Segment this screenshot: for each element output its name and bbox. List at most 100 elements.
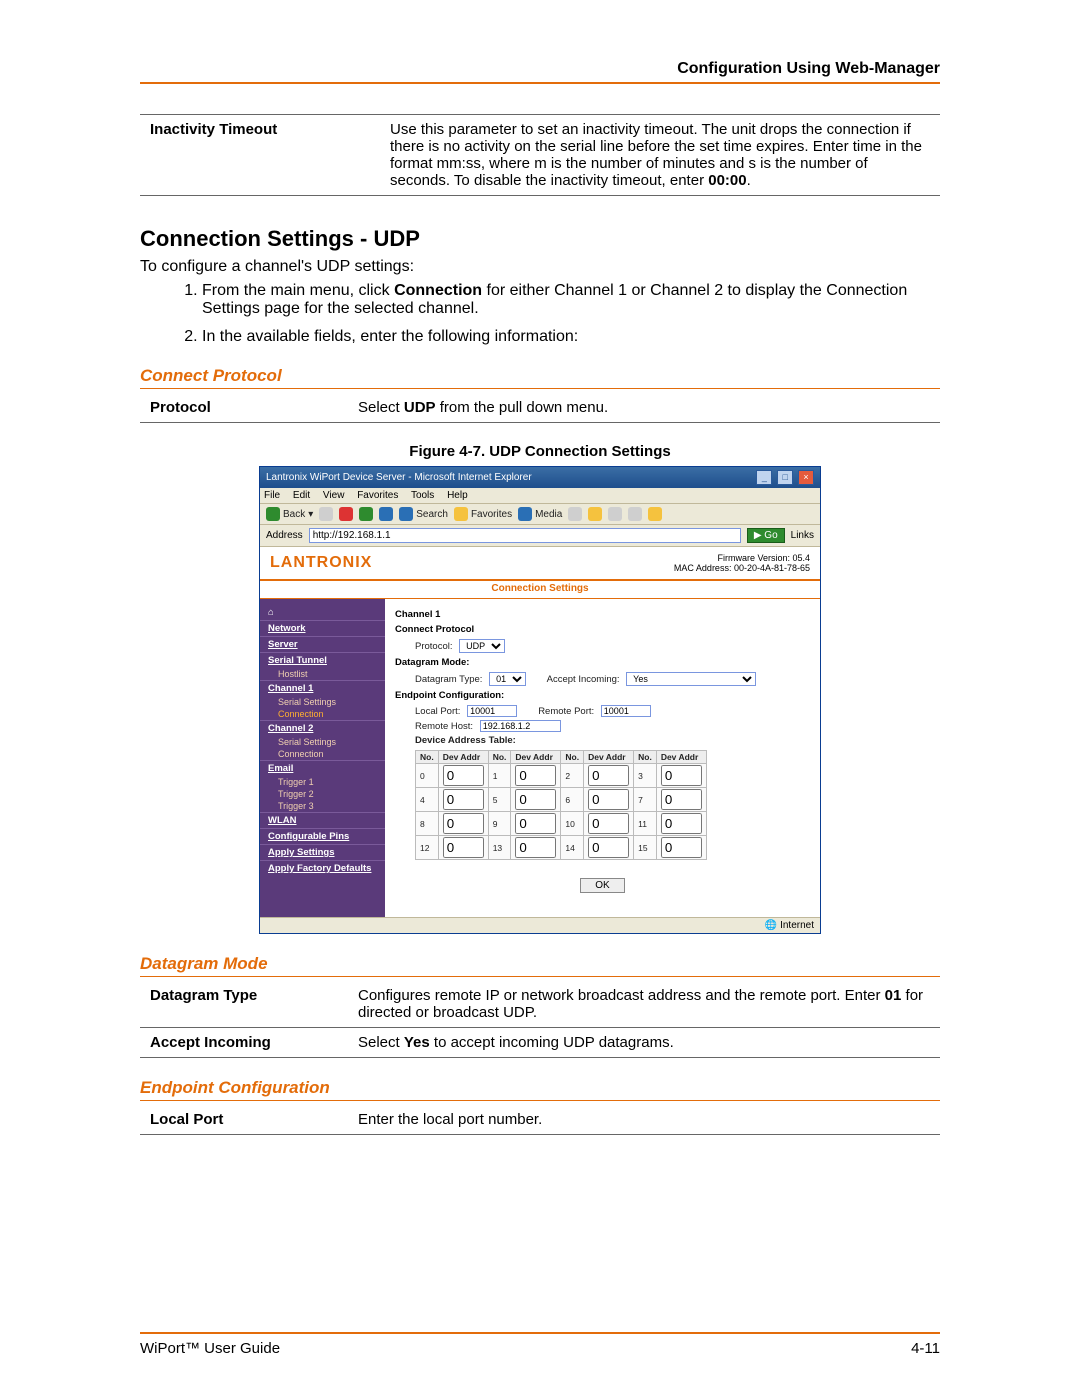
datagram-mode-heading: Datagram Mode [140,954,940,977]
ok-button[interactable]: OK [580,878,624,893]
sidebar-serial-tunnel[interactable]: Serial Tunnel [260,652,385,668]
links-label[interactable]: Links [791,530,814,541]
datagram-type-select[interactable]: 01 [489,672,526,686]
print-icon[interactable] [608,507,622,521]
sidebar-hostlist[interactable]: Hostlist [260,668,385,680]
sidebar-network[interactable]: Network [260,620,385,636]
dev-addr-input[interactable] [515,837,556,858]
col-no: No. [416,751,439,764]
connect-protocol-heading: Connect Protocol [140,366,940,389]
page-title: Connection Settings [260,581,820,599]
refresh-icon[interactable] [359,507,373,521]
sidebar-server[interactable]: Server [260,636,385,652]
minimize-icon[interactable]: _ [756,470,772,485]
txt: Favorites [471,509,512,520]
sidebar-trigger1[interactable]: Trigger 1 [260,776,385,788]
home-icon[interactable] [379,507,393,521]
menu-view[interactable]: View [323,490,345,501]
sidebar-trigger3[interactable]: Trigger 3 [260,800,385,812]
remote-host-input[interactable] [480,720,561,732]
dev-addr-input[interactable] [443,813,484,834]
dev-addr-input[interactable] [588,837,629,858]
datagram-type-label: Datagram Type: [415,674,482,685]
sidebar-ch1-connection[interactable]: Connection [260,708,385,720]
table-row: No.Dev Addr No.Dev Addr No.Dev Addr No.D… [416,751,707,764]
sidebar-config-pins[interactable]: Configurable Pins [260,828,385,844]
close-icon[interactable]: × [798,470,814,485]
history-icon[interactable] [568,507,582,521]
dev-addr-input[interactable] [515,789,556,810]
folder-icon[interactable] [648,507,662,521]
sidebar-apply-defaults[interactable]: Apply Factory Defaults [260,860,385,876]
sidebar-channel1[interactable]: Channel 1 [260,680,385,696]
mail-icon[interactable] [588,507,602,521]
search-button[interactable]: Search [399,507,448,521]
col-addr: Dev Addr [584,751,634,764]
edit-icon[interactable] [628,507,642,521]
sidebar-ch2-serial[interactable]: Serial Settings [260,736,385,748]
dev-addr-input[interactable] [588,789,629,810]
dev-addr-input[interactable] [515,813,556,834]
txt: Go [764,530,777,541]
dev-addr-input[interactable] [515,765,556,786]
sidebar-apply-settings[interactable]: Apply Settings [260,844,385,860]
accept-incoming-select[interactable]: Yes [626,672,756,686]
protocol-select[interactable]: UDP [459,639,505,653]
dev-addr-input[interactable] [443,765,484,786]
home-icon[interactable]: ⌂ [260,605,385,620]
brand-bar: LANTRONIX Firmware Version: 05.4 MAC Add… [260,547,820,581]
local-port-input[interactable] [467,705,517,717]
dev-addr-input[interactable] [661,813,702,834]
window-buttons: _ □ × [754,470,814,485]
dev-addr-input[interactable] [661,765,702,786]
favorites-button[interactable]: Favorites [454,507,512,521]
page-header: Configuration Using Web-Manager [140,60,940,84]
col-no: No. [561,751,584,764]
back-button[interactable]: Back ▾ [266,507,313,521]
txt: Use this parameter to set an inactivity … [390,121,922,189]
firmware-info: Firmware Version: 05.4 MAC Address: 00-2… [674,553,810,573]
address-input[interactable] [309,528,741,543]
maximize-icon[interactable]: □ [777,470,793,485]
col-addr: Dev Addr [438,751,488,764]
bold: UDP [404,399,436,416]
sidebar-channel2[interactable]: Channel 2 [260,720,385,736]
media-button[interactable]: Media [518,507,562,521]
menu-tools[interactable]: Tools [411,490,434,501]
txt: Select [358,1034,404,1051]
stop-icon[interactable] [339,507,353,521]
dev-addr-input[interactable] [661,789,702,810]
txt: from the pull down menu. [436,399,609,416]
col-no: No. [488,751,511,764]
dev-addr-input[interactable] [588,813,629,834]
sidebar-trigger2[interactable]: Trigger 2 [260,788,385,800]
dev-addr-input[interactable] [661,837,702,858]
forward-icon[interactable] [319,507,333,521]
menu-fav[interactable]: Favorites [357,490,398,501]
txt: Media [535,509,562,520]
go-button[interactable]: ▶ Go [747,528,785,543]
footer-left: WiPort™ User Guide [140,1340,280,1357]
ie-menubar[interactable]: File Edit View Favorites Tools Help [260,488,820,504]
remote-port-input[interactable] [601,705,651,717]
inactivity-desc: Use this parameter to set an inactivity … [380,115,940,196]
ie-toolbar[interactable]: Back ▾ Search Favorites Media [260,504,820,525]
menu-edit[interactable]: Edit [293,490,310,501]
media-icon [518,507,532,521]
sidebar-wlan[interactable]: WLAN [260,812,385,828]
accept-incoming-desc: Select Yes to accept incoming UDP datagr… [348,1028,940,1058]
local-port-label: Local Port [140,1105,348,1135]
accept-incoming-label: Accept Incoming: [547,674,620,685]
col-addr: Dev Addr [656,751,706,764]
dev-addr-input[interactable] [443,789,484,810]
dev-addr-input[interactable] [588,765,629,786]
dev-addr-input[interactable] [443,837,484,858]
menu-file[interactable]: File [264,490,280,501]
menu-help[interactable]: Help [447,490,468,501]
ie-window: Lantronix WiPort Device Server - Microso… [259,466,821,934]
star-icon [454,507,468,521]
txt: Configures remote IP or network broadcas… [358,987,885,1004]
sidebar-ch1-serial[interactable]: Serial Settings [260,696,385,708]
sidebar-email[interactable]: Email [260,760,385,776]
sidebar-ch2-connection[interactable]: Connection [260,748,385,760]
